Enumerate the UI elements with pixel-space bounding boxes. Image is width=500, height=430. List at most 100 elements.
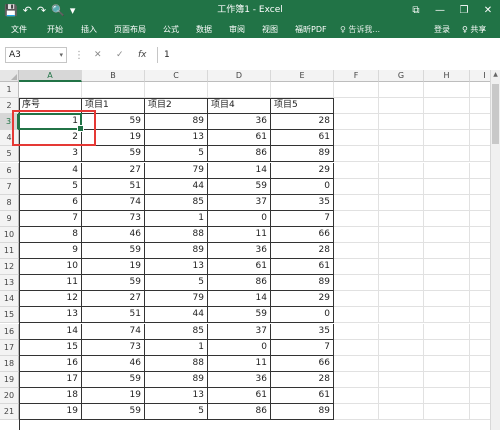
cell-E4[interactable]: 61	[271, 130, 334, 147]
cell-D13[interactable]: 86	[208, 275, 271, 292]
cell-A5[interactable]: 3	[19, 146, 82, 163]
cell-G18[interactable]	[379, 355, 424, 372]
minimize-icon[interactable]: —	[428, 0, 452, 21]
cell-A7[interactable]: 5	[19, 178, 82, 195]
formula-input[interactable]: 1	[157, 47, 495, 63]
scroll-up-icon[interactable]: ▲	[491, 70, 500, 80]
cell-F1[interactable]	[334, 82, 379, 99]
cell-H2[interactable]	[424, 98, 470, 115]
row-header-8[interactable]: 8	[0, 194, 19, 211]
cell-G21[interactable]	[379, 404, 424, 421]
cell-A13[interactable]: 11	[19, 275, 82, 292]
cell-C8[interactable]: 85	[145, 194, 208, 211]
cell-C5[interactable]: 5	[145, 146, 208, 163]
cell-C3[interactable]: 89	[145, 114, 208, 131]
column-header-a[interactable]: A	[19, 70, 82, 82]
cell-G2[interactable]	[379, 98, 424, 115]
cell-C14[interactable]: 79	[145, 291, 208, 308]
cell-B1[interactable]	[82, 82, 145, 99]
restore-icon[interactable]: ❐	[452, 0, 476, 21]
cell-D2[interactable]: 项目4	[208, 98, 271, 115]
cell-F16[interactable]	[334, 323, 379, 340]
cell-A16[interactable]: 14	[19, 323, 82, 340]
cell-H11[interactable]	[424, 243, 470, 260]
column-header-g[interactable]: G	[379, 70, 424, 82]
cell-D14[interactable]: 14	[208, 291, 271, 308]
vertical-scrollbar[interactable]: ▲	[490, 70, 500, 430]
cell-H21[interactable]	[424, 404, 470, 421]
cell-F19[interactable]	[334, 371, 379, 388]
cell-E8[interactable]: 35	[271, 194, 334, 211]
cell-B17[interactable]: 73	[82, 339, 145, 356]
name-box[interactable]: A3 ▾	[5, 47, 67, 63]
cell-H14[interactable]	[424, 291, 470, 308]
cell-H19[interactable]	[424, 371, 470, 388]
cell-G19[interactable]	[379, 371, 424, 388]
cell-B19[interactable]: 59	[82, 371, 145, 388]
cell-F4[interactable]	[334, 130, 379, 147]
cell-A17[interactable]: 15	[19, 339, 82, 356]
row-header-1[interactable]: 1	[0, 82, 19, 99]
tab-review[interactable]: 审阅	[229, 21, 245, 38]
cell-F17[interactable]	[334, 339, 379, 356]
cell-D16[interactable]: 37	[208, 323, 271, 340]
cell-B20[interactable]: 19	[82, 387, 145, 404]
cell-B14[interactable]: 27	[82, 291, 145, 308]
cell-H18[interactable]	[424, 355, 470, 372]
cell-F2[interactable]	[334, 98, 379, 115]
cancel-icon[interactable]: ✕	[94, 47, 102, 63]
column-header-e[interactable]: E	[271, 70, 334, 82]
row-header-5[interactable]: 5	[0, 146, 19, 163]
row-header-17[interactable]: 17	[0, 339, 19, 356]
cell-H6[interactable]	[424, 162, 470, 179]
cell-D9[interactable]: 0	[208, 210, 271, 227]
cell-H16[interactable]	[424, 323, 470, 340]
cell-C10[interactable]: 88	[145, 226, 208, 243]
cell-G12[interactable]	[379, 259, 424, 276]
row-header-20[interactable]: 20	[0, 387, 19, 404]
row-header-11[interactable]: 11	[0, 243, 19, 260]
cell-E21[interactable]: 89	[271, 404, 334, 421]
cell-A12[interactable]: 10	[19, 259, 82, 276]
row-header-21[interactable]: 21	[0, 404, 19, 421]
cell-C12[interactable]: 13	[145, 259, 208, 276]
cell-D17[interactable]: 0	[208, 339, 271, 356]
cell-C4[interactable]: 13	[145, 130, 208, 147]
cell-E19[interactable]: 28	[271, 371, 334, 388]
cell-F12[interactable]	[334, 259, 379, 276]
row-header-16[interactable]: 16	[0, 323, 19, 340]
ribbon-display-options-icon[interactable]: ⧉	[404, 0, 428, 21]
cell-E1[interactable]	[271, 82, 334, 99]
tab-page-layout[interactable]: 页面布局	[114, 21, 146, 38]
cell-A20[interactable]: 18	[19, 387, 82, 404]
scrollbar-thumb[interactable]	[492, 84, 499, 144]
cell-G9[interactable]	[379, 210, 424, 227]
cell-F8[interactable]	[334, 194, 379, 211]
more-options-icon[interactable]: ⋮	[74, 50, 84, 61]
cell-B10[interactable]: 46	[82, 226, 145, 243]
cell-A19[interactable]: 17	[19, 371, 82, 388]
cell-E5[interactable]: 89	[271, 146, 334, 163]
cell-A18[interactable]: 16	[19, 355, 82, 372]
cell-D10[interactable]: 11	[208, 226, 271, 243]
cell-B16[interactable]: 74	[82, 323, 145, 340]
cell-D15[interactable]: 59	[208, 307, 271, 324]
cell-B7[interactable]: 51	[82, 178, 145, 195]
select-all-button[interactable]	[0, 70, 19, 82]
cell-C13[interactable]: 5	[145, 275, 208, 292]
cell-F3[interactable]	[334, 114, 379, 131]
cell-D6[interactable]: 14	[208, 162, 271, 179]
enter-icon[interactable]: ✓	[116, 47, 124, 63]
cell-G7[interactable]	[379, 178, 424, 195]
row-header-7[interactable]: 7	[0, 178, 19, 195]
cell-H4[interactable]	[424, 130, 470, 147]
cell-H8[interactable]	[424, 194, 470, 211]
cell-F15[interactable]	[334, 307, 379, 324]
row-header-14[interactable]: 14	[0, 291, 19, 308]
cell-B5[interactable]: 59	[82, 146, 145, 163]
tab-file[interactable]: 文件	[11, 21, 27, 38]
cell-A10[interactable]: 8	[19, 226, 82, 243]
cell-G10[interactable]	[379, 226, 424, 243]
cell-E6[interactable]: 29	[271, 162, 334, 179]
cell-G11[interactable]	[379, 243, 424, 260]
